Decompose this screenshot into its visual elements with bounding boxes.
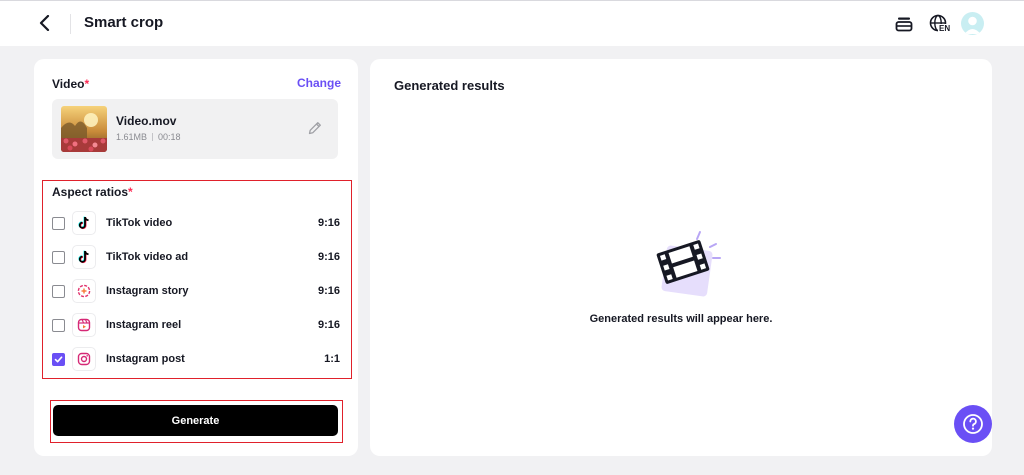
change-video-link[interactable]: Change xyxy=(297,76,341,90)
tiktok-icon xyxy=(72,211,96,235)
edit-video-button[interactable] xyxy=(306,119,324,137)
ratio-option-instagram-post[interactable]: Instagram post 1:1 xyxy=(52,346,340,372)
top-bar: Smart crop EN xyxy=(0,0,1024,46)
aspect-ratios-label: Aspect ratios* xyxy=(52,185,133,199)
instagram-icon xyxy=(72,347,96,371)
film-icon xyxy=(650,222,730,302)
layers-button[interactable] xyxy=(894,12,914,36)
ratio-option-instagram-story[interactable]: Instagram story 9:16 xyxy=(52,278,340,304)
instagram-story-icon xyxy=(72,279,96,303)
instagram-reel-icon xyxy=(72,313,96,337)
video-file-size: 1.61MB xyxy=(116,132,148,142)
page-title: Smart crop xyxy=(84,14,164,31)
ratio-option-value: 1:1 xyxy=(324,353,340,365)
meta-separator xyxy=(152,133,154,141)
checkbox[interactable] xyxy=(52,318,65,332)
results-title: Generated results xyxy=(394,78,505,93)
checkbox-checked[interactable] xyxy=(52,352,65,366)
ratio-option-label: Instagram story xyxy=(106,285,189,297)
checkbox[interactable] xyxy=(52,250,65,264)
header-divider xyxy=(70,14,71,34)
ratio-option-value: 9:16 xyxy=(317,285,340,297)
empty-results-message: Generated results will appear here. xyxy=(589,313,773,325)
language-button[interactable]: EN xyxy=(926,12,952,36)
ratio-option-instagram-reel[interactable]: Instagram reel 9:16 xyxy=(52,312,340,338)
tiktok-icon xyxy=(72,245,96,269)
ratio-option-tiktok-video[interactable]: TikTok video 9:16 xyxy=(52,210,340,236)
generate-button[interactable]: Generate xyxy=(53,405,338,436)
pencil-icon xyxy=(308,122,321,135)
ratio-option-value: 9:16 xyxy=(317,319,340,331)
ratio-option-label: TikTok video ad xyxy=(106,251,189,263)
ratio-option-value: 9:16 xyxy=(317,217,340,229)
question-icon xyxy=(963,414,983,434)
video-duration: 00:18 xyxy=(158,132,181,142)
layers-icon xyxy=(895,17,913,32)
required-mark: * xyxy=(84,77,90,91)
checkmark-icon xyxy=(54,355,63,362)
avatar-icon xyxy=(964,16,981,34)
generate-button-frame: Generate xyxy=(50,400,343,443)
aspect-ratios-section: Aspect ratios* TikTok video 9:16 TikTok … xyxy=(42,180,352,379)
video-file-meta: 1.61MB 00:18 xyxy=(116,132,181,142)
avatar[interactable] xyxy=(961,12,984,35)
video-file-name: Video.mov xyxy=(116,114,177,128)
ratio-option-value: 9:16 xyxy=(317,251,340,263)
aspect-ratios-label-text: Aspect ratios xyxy=(52,185,129,199)
results-panel: Generated results Generated results will… xyxy=(370,59,992,456)
required-mark: * xyxy=(128,185,133,199)
help-button[interactable] xyxy=(954,405,992,443)
back-arrow-icon xyxy=(39,15,50,31)
ratio-option-label: TikTok video xyxy=(106,217,173,229)
ratio-option-label: Instagram reel xyxy=(106,319,182,331)
video-thumbnail xyxy=(61,106,107,152)
video-file-card: Video.mov 1.61MB 00:18 xyxy=(52,99,338,159)
back-button[interactable] xyxy=(34,12,56,34)
video-label-text: Video xyxy=(52,77,85,91)
checkbox[interactable] xyxy=(52,284,65,298)
settings-panel: Video* Change Video.mov 1.61MB 00:18 Asp… xyxy=(34,59,358,456)
language-code: EN xyxy=(938,24,952,33)
ratio-option-tiktok-video-ad[interactable]: TikTok video ad 9:16 xyxy=(52,244,340,270)
checkbox[interactable] xyxy=(52,216,65,230)
ratio-option-label: Instagram post xyxy=(106,353,185,365)
video-section-label: Video* xyxy=(52,77,89,91)
